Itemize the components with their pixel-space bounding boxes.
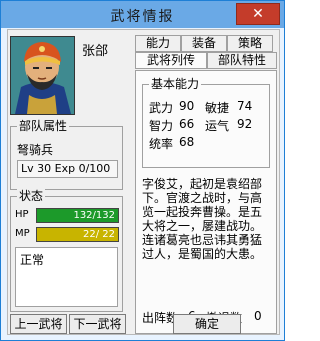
state-group: 状态 HP 132/132 MP 22/ 22 正常 <box>10 189 123 312</box>
client-area: 张郃 部队属性 弩骑兵 Lv 30 Exp 0/100 状态 HP 132/13… <box>7 29 280 335</box>
level-exp: Lv 30 Exp 0/100 <box>17 160 118 178</box>
prev-officer-button[interactable]: 上一武将 <box>10 314 67 334</box>
retreats-count: 0 <box>254 309 262 323</box>
tab-equipment[interactable]: 装备 <box>181 35 227 52</box>
stat-label-leadership: 统率 <box>149 137 174 151</box>
hp-value: 132/132 <box>73 210 115 221</box>
mp-label: MP <box>15 228 30 239</box>
stat-value-agility: 74 <box>237 99 253 113</box>
officer-name: 张郃 <box>82 44 109 59</box>
officer-portrait <box>10 36 75 115</box>
stat-label-agility: 敏捷 <box>205 101 230 115</box>
stat-label-intelligence: 智力 <box>149 119 174 133</box>
tab-biography[interactable]: 武将列传 <box>135 52 207 69</box>
stat-label-strength: 武力 <box>149 101 174 115</box>
close-button[interactable]: ✕ <box>236 3 280 25</box>
basic-ability-title: 基本能力 <box>149 77 202 91</box>
hp-label: HP <box>15 209 29 220</box>
stat-value-intelligence: 66 <box>179 117 195 131</box>
hp-bar: 132/132 <box>36 208 119 223</box>
state-title: 状态 <box>17 189 46 203</box>
mp-value: 22/ 22 <box>83 229 115 240</box>
tab-strategy[interactable]: 策略 <box>227 35 273 52</box>
stat-value-leadership: 68 <box>179 135 195 149</box>
status-box: 正常 <box>15 247 118 307</box>
tab-ability[interactable]: 能力 <box>135 35 181 52</box>
biography-panel: 基本能力 武力 90 敏捷 74 智力 66 运气 92 统率 68 字俊艾，起… <box>135 70 277 334</box>
stat-value-strength: 90 <box>179 99 195 113</box>
officer-info-window: 武将情报 ✕ 张郃 部队属性 弩骑兵 Lv 30 Exp 0/100 状态 HP… <box>0 0 285 341</box>
title-bar[interactable]: 武将情报 ✕ <box>1 1 284 28</box>
ok-button[interactable]: 确定 <box>173 314 241 334</box>
unit-attributes-group: 部队属性 弩骑兵 Lv 30 Exp 0/100 <box>10 119 123 190</box>
basic-ability-group: 基本能力 武力 90 敏捷 74 智力 66 运气 92 统率 68 <box>142 77 270 168</box>
next-officer-button[interactable]: 下一武将 <box>69 314 126 334</box>
mp-bar: 22/ 22 <box>36 227 119 242</box>
stat-label-luck: 运气 <box>205 119 230 133</box>
status-text: 正常 <box>20 253 45 267</box>
biography-text: 字俊艾，起初是袁绍部下。官渡之战时，与高览一起投奔曹操。是五大将之一，屡建战功。… <box>142 177 263 261</box>
stat-value-luck: 92 <box>237 117 253 131</box>
unit-type: 弩骑兵 <box>17 143 54 157</box>
tab-unit-traits[interactable]: 部队特性 <box>207 52 277 69</box>
unit-attributes-title: 部队属性 <box>17 119 70 133</box>
